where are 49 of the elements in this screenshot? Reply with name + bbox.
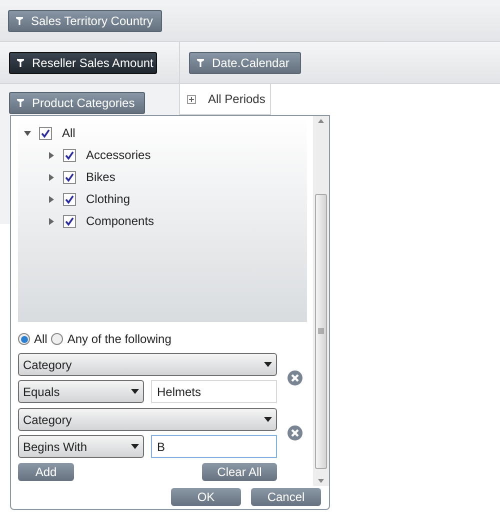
scroll-up-icon[interactable] — [318, 119, 324, 123]
collapse-arrow-icon[interactable] — [24, 130, 31, 136]
remove-icon[interactable] — [287, 370, 303, 386]
dialog-button[interactable]: Cancel — [251, 488, 321, 506]
grip-icon[interactable] — [318, 328, 324, 334]
dropdown[interactable]: Category — [18, 353, 277, 376]
caret-icon — [131, 389, 139, 394]
radio-label[interactable]: Any of the following — [67, 330, 172, 348]
field-button[interactable]: Date.Calendar — [189, 52, 301, 74]
filter-icon — [16, 17, 23, 25]
expand-arrow-icon[interactable] — [48, 218, 55, 224]
caret-icon — [264, 417, 272, 422]
field-button[interactable]: Reseller Sales Amount — [9, 52, 157, 74]
radio-label[interactable]: All — [34, 330, 48, 348]
tree-item-label[interactable]: Clothing — [86, 190, 130, 208]
filter-icon — [197, 59, 204, 67]
dialog-button[interactable]: Add — [18, 463, 74, 481]
tree-item-label[interactable]: Bikes — [86, 168, 116, 186]
dialog-button[interactable]: OK — [171, 488, 241, 506]
filter-icon — [17, 99, 24, 107]
dropdown[interactable]: Begins With — [18, 435, 144, 458]
checkbox[interactable] — [39, 126, 52, 140]
remove-icon[interactable] — [287, 425, 303, 441]
expand-arrow-icon[interactable] — [48, 174, 55, 180]
caret-icon — [131, 444, 139, 449]
row-header: All Periods — [208, 91, 266, 108]
field-button[interactable]: Sales Territory Country — [8, 10, 162, 32]
expand-arrow-icon[interactable] — [48, 152, 55, 158]
value-field[interactable]: B — [151, 435, 277, 458]
scrollbar[interactable] — [313, 116, 329, 486]
filter-icon — [17, 59, 24, 67]
radio-button[interactable] — [51, 333, 64, 345]
checkbox[interactable] — [63, 148, 76, 162]
dialog-button[interactable]: Clear All — [202, 463, 277, 481]
value-field[interactable]: Helmets — [151, 380, 277, 403]
caret-icon — [264, 362, 272, 367]
scroll-down-icon[interactable] — [318, 479, 324, 483]
dropdown[interactable]: Category — [18, 408, 277, 431]
checkbox[interactable] — [63, 170, 76, 184]
tree-item-label[interactable]: All — [62, 124, 76, 142]
checkbox[interactable] — [63, 192, 76, 206]
tree-item-label[interactable]: Components — [86, 212, 154, 230]
tree-item-label[interactable]: Accessories — [86, 146, 151, 164]
dropdown[interactable]: Equals — [18, 380, 144, 403]
radio-button[interactable] — [18, 333, 30, 345]
checkbox[interactable] — [63, 214, 76, 228]
expand-arrow-icon[interactable] — [48, 196, 55, 202]
field-button[interactable]: Product Categories — [9, 92, 145, 114]
expand-icon[interactable] — [187, 94, 196, 104]
